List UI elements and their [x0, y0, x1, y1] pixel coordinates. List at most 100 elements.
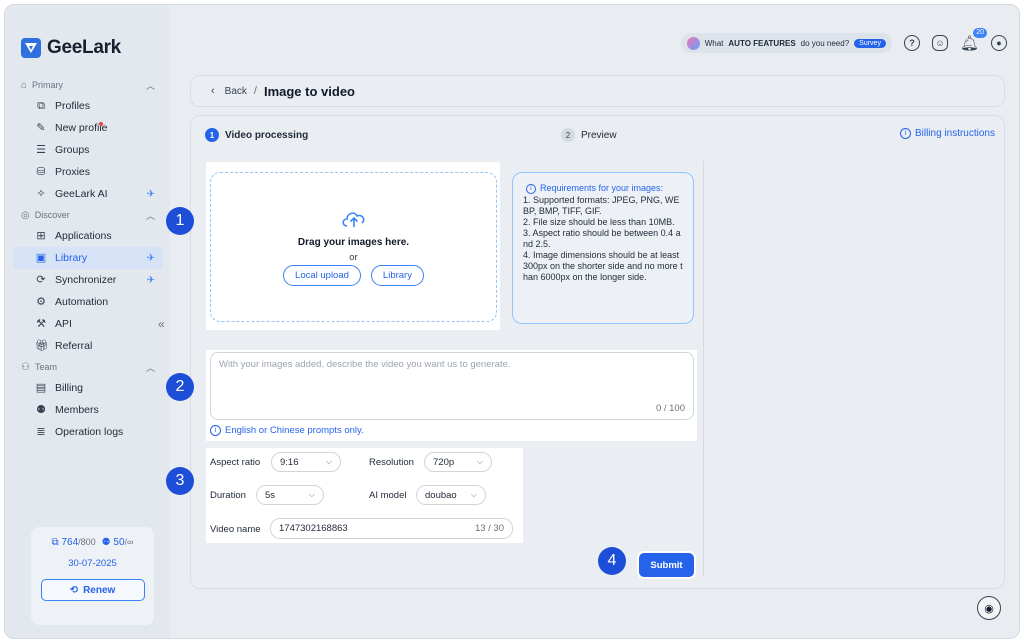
sidebar-item-profiles[interactable]: ⧉ Profiles [13, 95, 163, 117]
sidebar-item-geelark-ai[interactable]: ✧ GeeLark AI ✈ [13, 183, 163, 205]
applications-icon: ⊞ [36, 230, 46, 242]
renew-button[interactable]: ⟲ Renew [40, 579, 145, 601]
parameters-card: Aspect ratio 9:16 ⌵ Resolution 720p ⌵ Du… [206, 448, 523, 543]
chevron-down-icon: ⌵ [308, 490, 315, 499]
requirements-card: i Requirements for your images: 1. Suppo… [512, 172, 694, 324]
prompt-char-count: 0 / 100 [655, 403, 685, 414]
members-used: 50 [113, 537, 125, 548]
sidebar-item-label: GeeLark AI [55, 188, 108, 200]
sidebar-item-label: Synchronizer [55, 274, 117, 286]
video-name-input[interactable]: 1747302168863 13 / 30 [270, 518, 513, 539]
resolution-select[interactable]: 720p ⌵ [424, 452, 492, 472]
sidebar-item-groups[interactable]: ☰ Groups [13, 139, 163, 161]
team-icon: ⚇ [21, 361, 30, 373]
sidebar-item-referral[interactable]: 🎁︎ Referral [13, 335, 163, 357]
billing-link-label: Billing instructions [914, 128, 995, 139]
section-primary[interactable]: ⌂ Primary ︿ [13, 75, 163, 95]
support-agent-icon[interactable]: ☺ [931, 35, 948, 51]
annotation-marker: 3 [166, 467, 194, 495]
sidebar-item-operation-logs[interactable]: ≣ Operation logs [13, 421, 163, 443]
renew-label: Renew [83, 584, 116, 596]
sidebar-item-members[interactable]: ⚉ Members [13, 399, 163, 421]
info-icon: i [899, 128, 911, 139]
sidebar-item-proxies[interactable]: ⛁ Proxies [13, 161, 163, 183]
prompt-textarea[interactable]: With your images added, describe the vid… [210, 352, 694, 420]
step-video-processing[interactable]: 1 Video processing [205, 128, 308, 142]
sidebar-item-label: Automation [55, 296, 109, 308]
operation-logs-icon: ≣ [36, 426, 46, 438]
survey-highlight: AUTO FEATURES [728, 38, 796, 48]
sidebar-item-label: Members [55, 404, 99, 416]
topbar-actions: What AUTO FEATURES do you need? Survey ?… [680, 28, 1007, 53]
column-divider [703, 161, 704, 576]
section-discover[interactable]: ◎ Discover ︿ [13, 205, 163, 225]
dropzone-title: Drag your images here. [297, 237, 410, 248]
sidebar-item-automation[interactable]: ⚙ Automation [13, 291, 163, 313]
sidebar-item-label: Applications [55, 230, 112, 242]
automation-icon: ⚙ [36, 296, 46, 308]
prompt-placeholder: With your images added, describe the vid… [219, 359, 511, 370]
sidebar-item-applications[interactable]: ⊞ Applications [13, 225, 163, 247]
duration-select[interactable]: 5s ⌵ [256, 485, 324, 505]
annotation-marker: 4 [598, 547, 626, 575]
refresh-icon: ⟲ [69, 584, 79, 596]
help-icon[interactable]: ? [903, 35, 920, 51]
back-link[interactable]: Back [225, 86, 247, 97]
account-panel: ⧉ 764/800 ⚉ 50/∞ 30-07-2025 ⟲ Renew [31, 527, 154, 625]
info-icon: i [526, 183, 536, 194]
sidebar-item-api[interactable]: ⚒ API [13, 313, 163, 335]
sidebar-item-library[interactable]: ▣ Library ✈ [13, 247, 163, 269]
survey-emoji-icon [686, 36, 700, 50]
discover-icon: ◎ [21, 209, 30, 221]
synchronizer-icon: ⟳ [36, 274, 46, 286]
step-preview[interactable]: 2 Preview [561, 128, 617, 142]
proxies-icon: ⛁ [36, 166, 46, 178]
expiry-date: 30-07-2025 [68, 558, 117, 569]
help-chat-icon[interactable]: ◉ [977, 596, 1001, 620]
ai-badge-icon: ✈ [146, 274, 155, 286]
survey-suffix: do you need? [800, 38, 850, 48]
survey-banner[interactable]: What AUTO FEATURES do you need? Survey [680, 33, 892, 53]
sidebar-nav: ⌂ Primary ︿ ⧉ Profiles ✎ New profile ☰ G… [13, 75, 163, 443]
video-name-char-count: 13 / 30 [474, 523, 504, 534]
step-label: Preview [581, 129, 617, 141]
submit-button[interactable]: Submit [639, 553, 694, 577]
annotation-marker: 2 [166, 373, 194, 401]
local-upload-button[interactable]: Local upload [283, 265, 361, 286]
stepper: 1 Video processing 2 Preview i Billing i… [205, 128, 995, 146]
collapse-sidebar-icon[interactable]: « [158, 317, 165, 331]
members-icon: ⚉ [36, 404, 46, 416]
chevron-down-icon: ⌵ [325, 457, 332, 466]
info-icon: i [210, 425, 221, 436]
section-label: Primary [32, 80, 64, 90]
step-label: Video processing [225, 129, 309, 141]
billing-instructions-link[interactable]: i Billing instructions [899, 128, 995, 139]
app-window: GeeLark ⌂ Primary ︿ ⧉ Profiles ✎ New pro… [4, 4, 1020, 639]
sidebar-item-label: Billing [55, 382, 84, 394]
survey-button[interactable]: Survey [854, 38, 886, 48]
new-dot-badge [99, 122, 103, 126]
ai-model-select[interactable]: doubao ⌵ [416, 485, 486, 505]
section-team[interactable]: ⚇ Team ︿ [13, 357, 163, 377]
user-avatar-icon[interactable]: ● [991, 35, 1007, 51]
duration-label: Duration [210, 490, 246, 501]
chevron-left-icon[interactable]: ‹ [211, 85, 215, 97]
image-dropzone[interactable]: Drag your images here. or Local upload L… [210, 172, 497, 322]
step-number: 2 [561, 128, 575, 142]
chevron-up-icon: ︿ [145, 362, 155, 373]
profiles-icon: ⧉ [37, 100, 45, 112]
sidebar-item-new-profile[interactable]: ✎ New profile [13, 117, 163, 139]
sidebar-item-synchronizer[interactable]: ⟳ Synchronizer ✈ [13, 269, 163, 291]
ai-model-value: doubao [425, 489, 457, 501]
section-label: Team [34, 362, 57, 372]
page-title: Image to video [263, 83, 355, 99]
library-button[interactable]: Library [370, 265, 424, 286]
aspect-ratio-select[interactable]: 9:16 ⌵ [271, 452, 341, 472]
billing-icon: ▤ [35, 382, 47, 394]
sidebar-item-billing[interactable]: ▤ Billing [13, 377, 163, 399]
home-icon: ⌂ [21, 79, 28, 91]
survey-prefix: What [704, 38, 724, 48]
chevron-up-icon: ︿ [145, 210, 155, 221]
notifications-icon[interactable]: 🔔︎ 20 [960, 28, 987, 52]
video-name-label: Video name [210, 524, 261, 535]
